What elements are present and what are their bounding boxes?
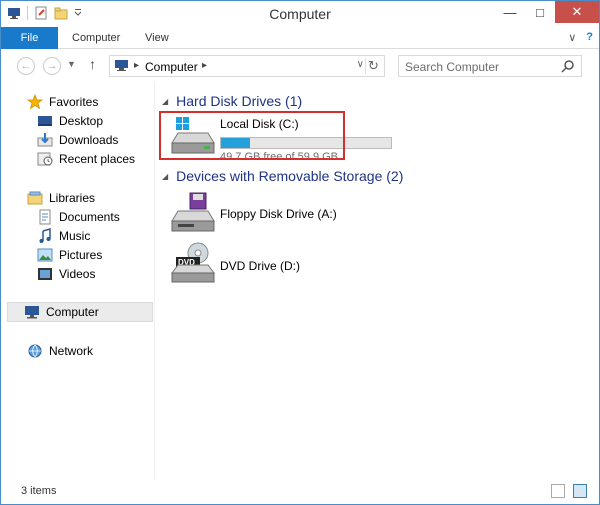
maximize-button[interactable]: □: [525, 1, 555, 23]
drive-dvd-d[interactable]: DVD DVD Drive (D:): [168, 241, 388, 285]
downloads-icon: [37, 132, 53, 148]
drive-floppy-a[interactable]: Floppy Disk Drive (A:): [168, 191, 388, 235]
up-button[interactable]: ↑: [89, 56, 96, 72]
close-button[interactable]: ✕: [555, 1, 599, 23]
navigation-bar: ← → ▼ ↑ ▸ Computer ▸ ∨ ↻ Search Computer: [1, 50, 599, 82]
recent-places-icon: [37, 151, 53, 167]
group-header-label: Hard Disk Drives (1): [176, 93, 303, 109]
sidebar-item-label: Network: [49, 344, 94, 358]
help-icon[interactable]: ?: [586, 31, 593, 44]
sidebar-item-libraries[interactable]: Libraries: [27, 189, 95, 207]
collapse-caret-icon[interactable]: ◢: [162, 172, 168, 181]
address-bar[interactable]: ▸ Computer ▸ ∨ ↻: [109, 55, 385, 77]
group-header-removable-storage[interactable]: ◢ Devices with Removable Storage (2): [162, 167, 403, 185]
minimize-button[interactable]: —: [495, 1, 525, 23]
sidebar-item-label: Documents: [59, 210, 120, 224]
sidebar-item-music[interactable]: Music: [37, 227, 90, 245]
sidebar-item-videos[interactable]: Videos: [37, 265, 95, 283]
sidebar-item-label: Libraries: [49, 191, 96, 205]
search-placeholder: Search Computer: [405, 60, 500, 74]
recent-locations-icon[interactable]: ▼: [67, 59, 76, 69]
sidebar-item-downloads[interactable]: Downloads: [37, 131, 118, 149]
floppy-drive-icon: [168, 191, 216, 232]
sidebar-item-recent-places[interactable]: Recent places: [37, 150, 135, 168]
sidebar-item-label: Pictures: [59, 248, 103, 262]
selection-highlight-box: [159, 111, 345, 160]
details-view-icon[interactable]: [551, 484, 565, 498]
sidebar-item-computer[interactable]: Computer: [7, 302, 153, 322]
sidebar-item-label: Favorites: [49, 95, 99, 109]
chevron-right-icon[interactable]: ▸: [134, 60, 139, 71]
documents-icon: [37, 209, 53, 225]
sidebar-item-desktop[interactable]: Desktop: [37, 112, 103, 130]
sidebar-item-network[interactable]: Network: [27, 342, 93, 360]
star-icon: [26, 94, 44, 110]
sidebar-item-label: Videos: [59, 267, 96, 281]
dvd-drive-icon: DVD: [168, 241, 216, 283]
sidebar-item-documents[interactable]: Documents: [37, 208, 120, 226]
status-bar: 3 items: [1, 479, 599, 504]
drive-name: Floppy Disk Drive (A:): [220, 207, 337, 221]
ribbon-controls: ∨ ?: [568, 31, 593, 44]
sidebar-item-label: Desktop: [59, 114, 104, 128]
videos-icon: [37, 266, 53, 282]
network-icon: [27, 343, 43, 359]
view-toggle: [551, 484, 587, 498]
forward-button[interactable]: →: [43, 57, 61, 75]
desktop-icon: [37, 113, 53, 129]
group-header-label: Devices with Removable Storage (2): [176, 168, 404, 184]
computer-icon: [24, 304, 40, 320]
sidebar-item-label: Recent places: [59, 152, 136, 166]
item-count: 3 items: [21, 485, 57, 497]
search-icon[interactable]: [561, 59, 575, 73]
title-bar: Computer — □ ✕: [1, 1, 599, 27]
back-button[interactable]: ←: [17, 57, 35, 75]
explorer-window: Computer — □ ✕ File Computer View ∨ ? ← …: [0, 0, 600, 505]
computer-icon: [114, 60, 130, 72]
address-location[interactable]: Computer: [145, 60, 198, 74]
ribbon: File Computer View ∨ ?: [1, 27, 599, 49]
pictures-icon: [37, 247, 53, 263]
expand-ribbon-icon[interactable]: ∨: [568, 31, 576, 44]
sidebar-item-label: Downloads: [59, 133, 119, 147]
tab-computer[interactable]: Computer: [72, 27, 120, 49]
sidebar-item-label: Computer: [46, 305, 99, 319]
tab-file[interactable]: File: [1, 27, 58, 49]
collapse-caret-icon[interactable]: ◢: [162, 97, 168, 106]
music-icon: [37, 228, 53, 244]
window-controls: — □ ✕: [495, 1, 599, 23]
drive-name: DVD Drive (D:): [220, 259, 300, 273]
sidebar-item-pictures[interactable]: Pictures: [37, 246, 102, 264]
libraries-icon: [27, 190, 43, 206]
address-dropdown-icon[interactable]: ∨: [357, 59, 364, 70]
sidebar-item-favorites[interactable]: Favorites: [26, 93, 99, 111]
sidebar-item-label: Music: [59, 229, 91, 243]
chevron-right-icon[interactable]: ▸: [202, 60, 207, 71]
navigation-pane: Favorites Desktop Downloads Recent place…: [1, 83, 155, 479]
tab-view[interactable]: View: [145, 27, 169, 49]
tiles-view-icon[interactable]: [573, 484, 587, 498]
search-box[interactable]: Search Computer: [398, 55, 582, 77]
refresh-icon[interactable]: ↻: [365, 58, 381, 74]
group-header-hard-disk-drives[interactable]: ◢ Hard Disk Drives (1): [162, 92, 302, 110]
